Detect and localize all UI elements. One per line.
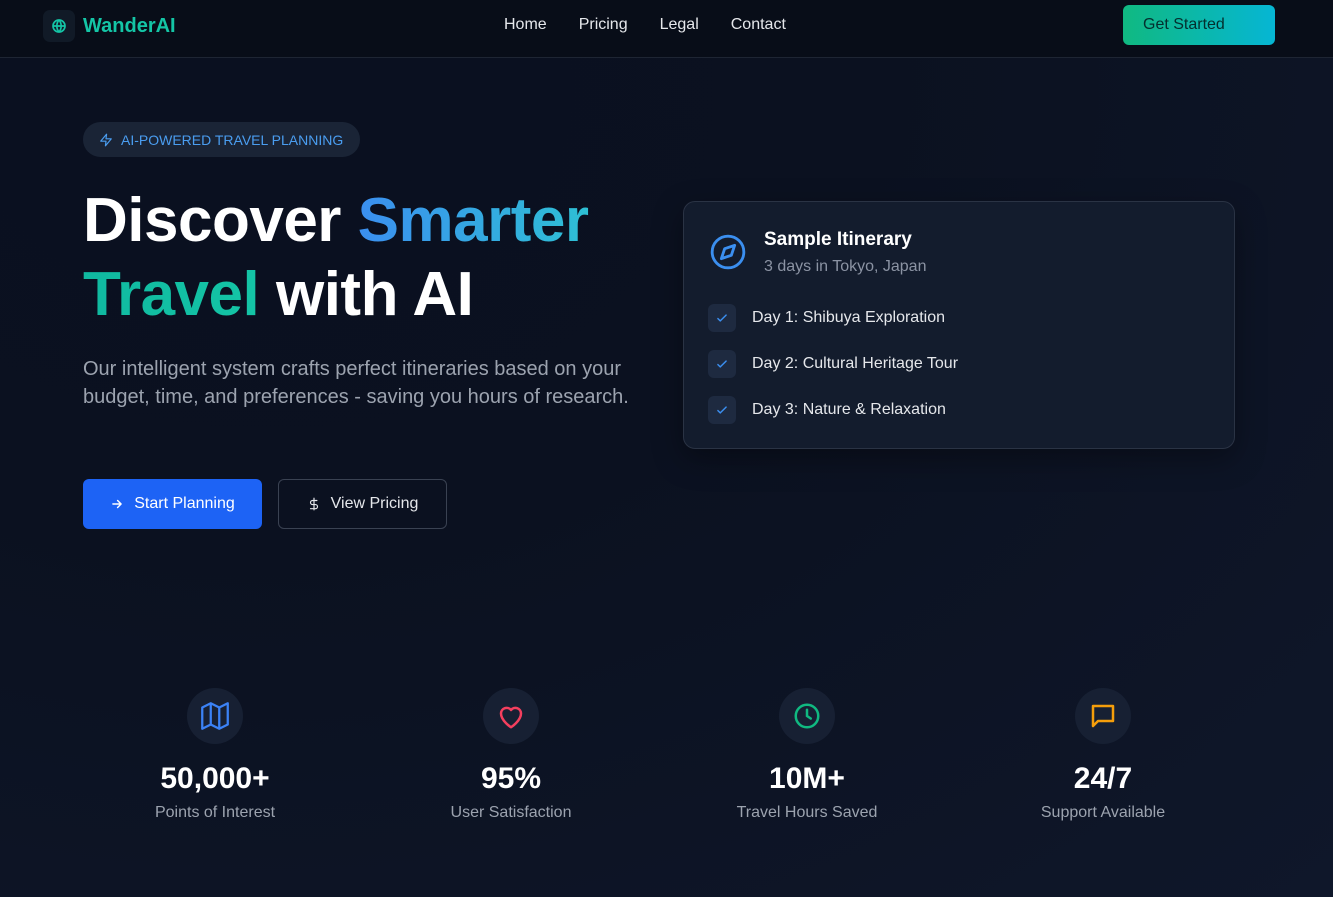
globe-icon xyxy=(43,10,75,42)
stat-travel-hours-saved: 10M+ Travel Hours Saved xyxy=(687,688,927,822)
start-planning-button[interactable]: Start Planning xyxy=(83,479,262,529)
stat-label: Travel Hours Saved xyxy=(736,804,878,821)
brand-logo[interactable]: WanderAI xyxy=(43,10,176,42)
nav-link-pricing[interactable]: Pricing xyxy=(579,16,628,34)
itinerary-item: Day 1: Shibuya Exploration xyxy=(708,304,945,332)
top-nav: WanderAI Home Pricing Legal Contact Get … xyxy=(0,0,1333,58)
stat-support-available: 24/7 Support Available xyxy=(983,688,1223,822)
itinerary-item-label: Day 1: Shibuya Exploration xyxy=(752,309,945,326)
hero-title-highlight-smarter: Smarter xyxy=(357,186,589,255)
check-icon xyxy=(708,396,736,424)
arrow-right-icon xyxy=(112,499,123,509)
hero-title: Discover Smarter Travel with AI xyxy=(83,184,663,332)
clock-icon xyxy=(779,688,835,744)
hero-description: Our intelligent system crafts perfect it… xyxy=(83,358,629,408)
itinerary-item-label: Day 2: Cultural Heritage Tour xyxy=(752,355,959,372)
compass-icon xyxy=(709,233,747,276)
hero-badge: AI-POWERED TRAVEL PLANNING xyxy=(83,122,360,157)
hero-badge-label: AI-POWERED TRAVEL PLANNING xyxy=(121,131,344,148)
stat-label: Support Available xyxy=(1040,804,1166,821)
check-icon xyxy=(708,304,736,332)
view-pricing-label: View Pricing xyxy=(330,495,419,512)
start-planning-label: Start Planning xyxy=(134,495,235,512)
stat-user-satisfaction: 95% User Satisfaction xyxy=(391,688,631,822)
heart-icon xyxy=(483,688,539,744)
stat-label: Points of Interest xyxy=(154,804,276,821)
stat-value: 24/7 xyxy=(1073,762,1133,795)
nav-link-legal[interactable]: Legal xyxy=(660,16,699,34)
hero-title-part1: Discover xyxy=(83,186,358,255)
itinerary-title: Sample Itinerary xyxy=(764,229,912,250)
dollar-icon xyxy=(309,497,318,511)
stat-value: 10M+ xyxy=(769,762,845,795)
lightning-icon xyxy=(100,133,112,146)
itinerary-item-label: Day 3: Nature & Relaxation xyxy=(752,401,946,418)
check-icon xyxy=(708,350,736,378)
view-pricing-button[interactable]: View Pricing xyxy=(278,479,447,529)
nav-links: Home Pricing Legal Contact xyxy=(504,16,818,34)
hero-title-part4: with AI xyxy=(259,260,474,329)
nav-link-home[interactable]: Home xyxy=(504,16,547,34)
brand-name: WanderAI xyxy=(83,14,176,37)
itinerary-item: Day 2: Cultural Heritage Tour xyxy=(708,350,958,378)
itinerary-subtitle: 3 days in Tokyo, Japan xyxy=(764,258,927,275)
stat-value: 50,000+ xyxy=(160,762,270,795)
stat-value: 95% xyxy=(480,762,542,795)
map-icon xyxy=(187,688,243,744)
stat-points-of-interest: 50,000+ Points of Interest xyxy=(95,688,335,822)
itinerary-item: Day 3: Nature & Relaxation xyxy=(708,396,946,424)
sample-itinerary-card: Sample Itinerary 3 days in Tokyo, Japan … xyxy=(683,201,1235,449)
message-icon xyxy=(1075,688,1131,744)
stat-label: User Satisfaction xyxy=(450,804,572,821)
hero-title-highlight-travel: Travel xyxy=(83,260,260,329)
nav-link-contact[interactable]: Contact xyxy=(731,16,786,34)
get-started-button[interactable]: Get Started xyxy=(1123,5,1275,45)
